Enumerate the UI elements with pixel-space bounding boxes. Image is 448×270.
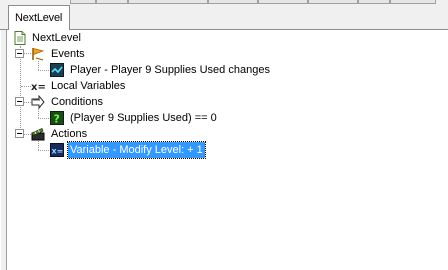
tree-connector (38, 70, 49, 71)
tree-item-label: NextLevel (32, 32, 81, 44)
tree-item-conditions[interactable]: Conditions (31, 94, 121, 110)
tree-connector (38, 150, 49, 151)
question-icon: ? (50, 111, 64, 125)
tree-connector (21, 86, 31, 87)
tree-item-label: Variable - Modify Level: + 1 (67, 141, 206, 159)
collapse-toggle[interactable] (15, 129, 24, 138)
tree-item-actions[interactable]: Actions (31, 126, 111, 142)
tree-item-label: Events (51, 48, 85, 60)
tree-item-local-variables[interactable]: x= Local Variables (31, 78, 141, 94)
tree-item-label: Local Variables (51, 80, 126, 92)
tree-item-events[interactable]: Events (31, 46, 101, 62)
tree-item-root[interactable]: NextLevel (13, 30, 103, 46)
svg-text:x=: x= (52, 147, 64, 156)
tree-connector (38, 118, 49, 119)
tree-item-label: Conditions (51, 96, 103, 108)
svg-text:?: ? (54, 113, 60, 126)
svg-text:x=: x= (31, 82, 45, 93)
variable-icon: x= (50, 143, 64, 157)
event-icon (50, 63, 64, 77)
tree-item-label: (Player 9 Supplies Used) == 0 (70, 112, 217, 124)
variable-icon: x= (31, 82, 45, 93)
arrow-icon (31, 95, 45, 109)
clapper-icon (31, 127, 45, 141)
flag-icon (32, 47, 45, 61)
tree-item-event[interactable]: Player - Player 9 Supplies Used changes (50, 62, 280, 78)
document-icon (14, 31, 26, 45)
tree-connector (38, 109, 39, 118)
tree-item-action[interactable]: x= Variable - Modify Level: + 1 (50, 141, 210, 159)
collapse-toggle[interactable] (15, 49, 24, 58)
trigger-tree: NextLevel Events Player - Player 9 Suppl… (0, 0, 448, 270)
tree-connector (38, 141, 39, 150)
tree-item-condition[interactable]: ? (Player 9 Supplies Used) == 0 (50, 110, 250, 126)
tree-item-label: Player - Player 9 Supplies Used changes (70, 64, 270, 76)
tree-item-label: Actions (51, 128, 88, 140)
tree-connector (38, 61, 39, 70)
tree-connector (20, 46, 21, 134)
collapse-toggle[interactable] (15, 97, 24, 106)
